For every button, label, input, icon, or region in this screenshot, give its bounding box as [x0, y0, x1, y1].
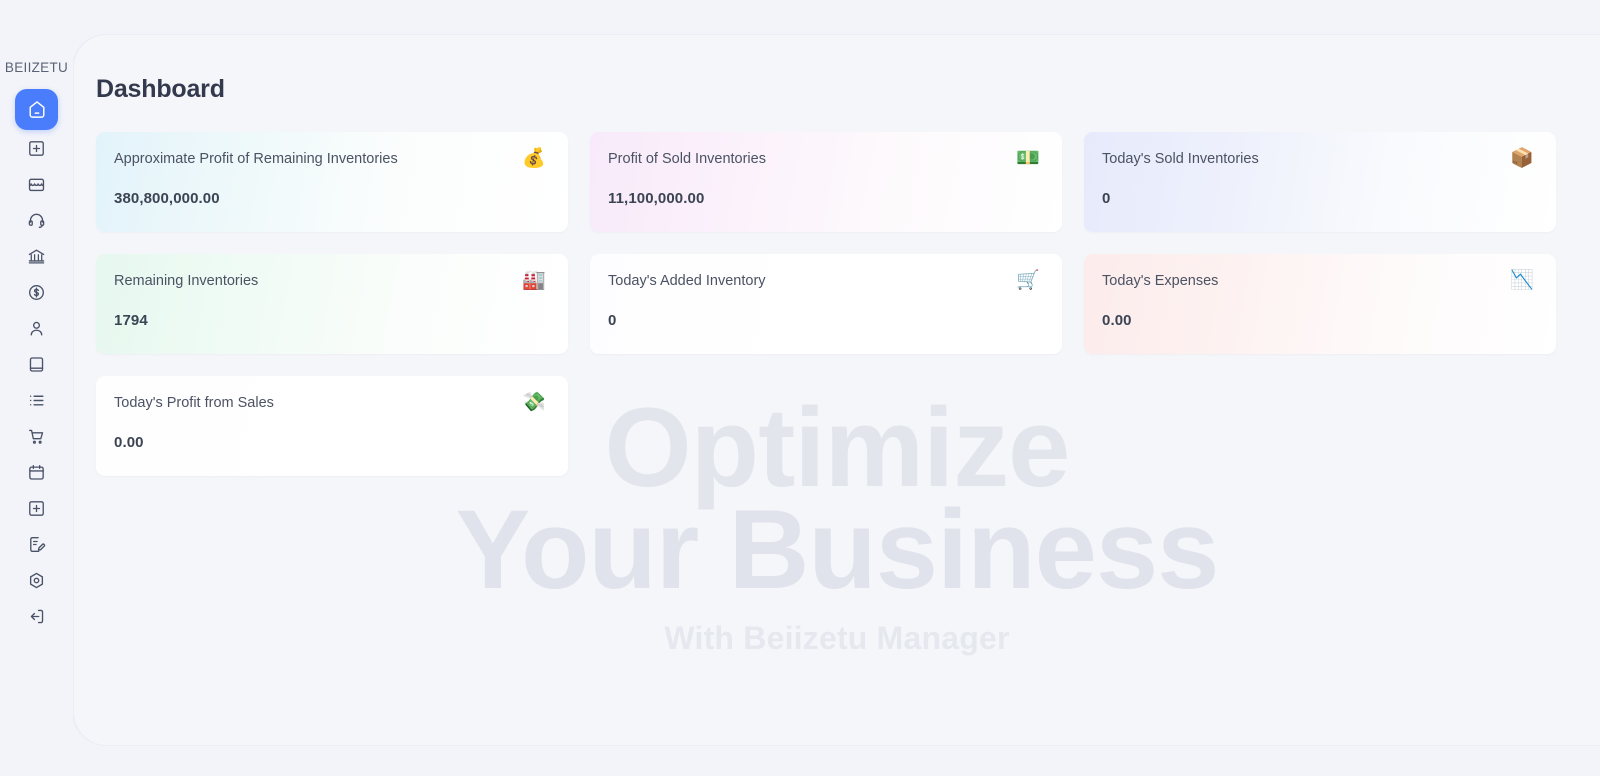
stat-card-label: Approximate Profit of Remaining Inventor… [114, 151, 398, 167]
dashboard-content: Dashboard Approximate Profit of Remainin… [74, 35, 1600, 476]
sidebar-item-settings[interactable] [15, 562, 59, 598]
store-icon [27, 175, 46, 194]
stat-card[interactable]: Today's Sold Inventories 📦 0 [1084, 132, 1556, 232]
headset-icon [27, 211, 46, 230]
dollar-circle-icon [27, 283, 46, 302]
watermark-line-3: With Beiizetu Manager [664, 619, 1010, 656]
plus-square-icon [27, 499, 46, 518]
stat-card[interactable]: Remaining Inventories 🏭 1794 [96, 254, 568, 354]
stat-cards-grid: Approximate Profit of Remaining Inventor… [96, 132, 1600, 476]
stat-card-header: Today's Added Inventory 🛒 [608, 270, 1040, 291]
stat-card[interactable]: Today's Added Inventory 🛒 0 [590, 254, 1062, 354]
calendar-icon [27, 463, 46, 482]
user-icon [27, 319, 46, 338]
bank-icon [27, 247, 46, 266]
banknote-icon: 💵 [1016, 148, 1040, 169]
sidebar-item-support[interactable] [15, 202, 59, 238]
logout-icon [27, 607, 46, 626]
stat-card-header: Profit of Sold Inventories 💵 [608, 148, 1040, 169]
stat-card[interactable]: Today's Expenses 📉 0.00 [1084, 254, 1556, 354]
main-panel: Optimize Your Business With Beiizetu Man… [73, 34, 1600, 746]
stat-card-value: 0.00 [1102, 312, 1132, 330]
sidebar-item-calendar[interactable] [15, 454, 59, 490]
stat-card-value: 380,800,000.00 [114, 190, 220, 208]
file-edit-icon [27, 535, 46, 554]
stat-card-label: Profit of Sold Inventories [608, 151, 766, 167]
list-icon [27, 391, 46, 410]
stat-card-value: 0 [1102, 190, 1111, 208]
stat-card-label: Today's Added Inventory [608, 273, 766, 289]
book-icon [27, 355, 46, 374]
sidebar-item-customers[interactable] [15, 310, 59, 346]
money-bag-icon: 💰 [522, 148, 546, 169]
stat-card-header: Approximate Profit of Remaining Inventor… [114, 148, 546, 169]
sidebar-item-bank[interactable] [15, 238, 59, 274]
plus-square-icon [27, 139, 46, 158]
factory-icon: 🏭 [522, 270, 546, 291]
money-wings-icon: 💸 [522, 392, 546, 413]
sidebar-item-store[interactable] [15, 166, 59, 202]
sidebar-item-lists[interactable] [15, 382, 59, 418]
home-icon [26, 99, 48, 121]
stat-card-label: Today's Expenses [1102, 273, 1219, 289]
sidebar-item-add-box[interactable] [15, 130, 59, 166]
sidebar-item-finance[interactable] [15, 274, 59, 310]
sidebar-item-home[interactable] [15, 89, 58, 130]
stat-card[interactable]: Approximate Profit of Remaining Inventor… [96, 132, 568, 232]
sidebar-item-add-record[interactable] [15, 490, 59, 526]
stat-card-value: 1794 [114, 312, 148, 330]
stat-card-header: Today's Sold Inventories 📦 [1102, 148, 1534, 169]
stat-card-label: Today's Profit from Sales [114, 395, 274, 411]
stat-card[interactable]: Today's Profit from Sales 💸 0.00 [96, 376, 568, 476]
shopping-cart-icon [27, 427, 46, 446]
stat-card-label: Remaining Inventories [114, 273, 259, 289]
sidebar-item-logout[interactable] [15, 598, 59, 634]
sidebar-item-reports[interactable] [15, 526, 59, 562]
package-icon: 📦 [1510, 148, 1534, 169]
stat-card-value: 0 [608, 312, 617, 330]
page-title: Dashboard [96, 75, 225, 103]
chart-down-icon: 📉 [1510, 270, 1534, 291]
stat-card-label: Today's Sold Inventories [1102, 151, 1259, 167]
sidebar-item-purchases[interactable] [15, 418, 59, 454]
sidebar-nav [0, 89, 73, 634]
stat-card[interactable]: Profit of Sold Inventories 💵 11,100,000.… [590, 132, 1062, 232]
settings-hex-icon [27, 571, 46, 590]
watermark-line-2: Your Business [455, 487, 1220, 613]
stat-card-value: 0.00 [114, 434, 144, 452]
brand-name: BEIIZETU [4, 60, 69, 75]
stat-card-header: Remaining Inventories 🏭 [114, 270, 546, 291]
stat-card-header: Today's Profit from Sales 💸 [114, 392, 546, 413]
sidebar-item-ledger[interactable] [15, 346, 59, 382]
shopping-cart-icon: 🛒 [1016, 270, 1040, 291]
main-panel-wrapper: Optimize Your Business With Beiizetu Man… [73, 0, 1600, 776]
stat-card-value: 11,100,000.00 [608, 190, 705, 208]
stat-card-header: Today's Expenses 📉 [1102, 270, 1534, 291]
app-root: BEIIZETU Optimize Your Business With Bei… [0, 0, 1600, 776]
sidebar: BEIIZETU [0, 0, 73, 776]
